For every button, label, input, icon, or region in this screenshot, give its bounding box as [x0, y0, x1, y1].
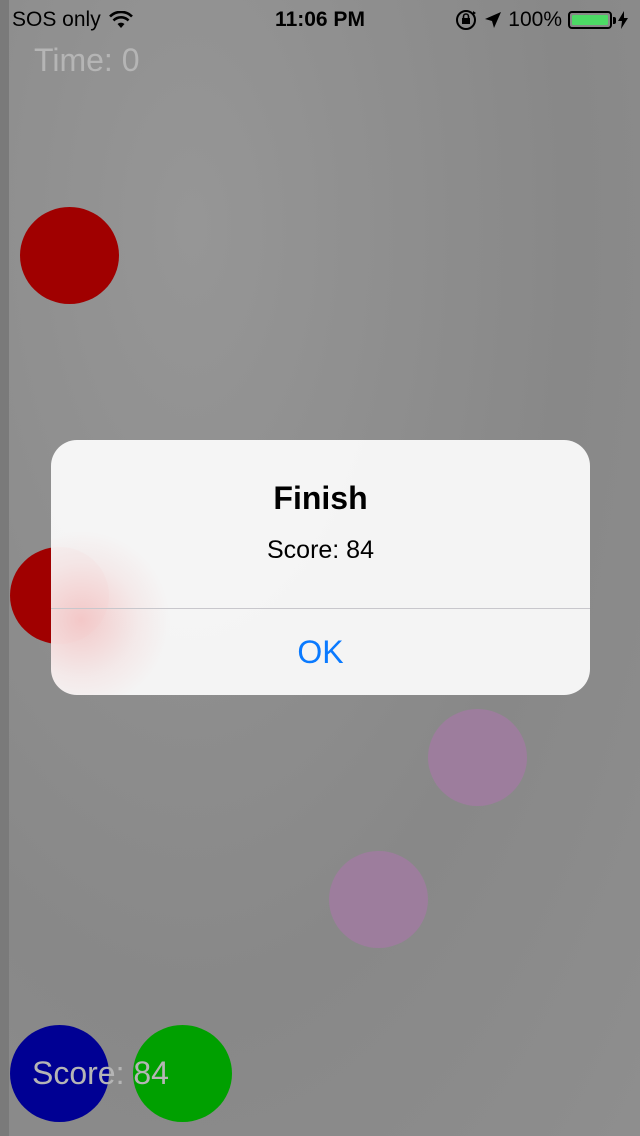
battery-percent: 100%: [508, 8, 562, 31]
bolt-icon: [618, 11, 628, 29]
status-bar: SOS only 11:06 PM 100%: [0, 0, 640, 40]
score-label: Score: 84: [32, 1055, 169, 1091]
status-right: 100%: [454, 8, 628, 32]
purple-circle-1[interactable]: [428, 709, 527, 806]
location-arrow-icon: [485, 12, 502, 28]
finish-alert: Finish Score: 84 OK: [51, 440, 590, 695]
battery-icon: [568, 11, 616, 29]
orientation-lock-icon: [456, 10, 477, 30]
purple-circle-2[interactable]: [329, 851, 428, 948]
left-edge-strip: [0, 0, 9, 1136]
alert-title: Finish: [273, 480, 368, 516]
alert-message: Score: 84: [266, 536, 374, 564]
battery-fill: [572, 15, 608, 25]
battery-tip: [613, 17, 616, 24]
red-circle-1[interactable]: [20, 207, 119, 304]
game-screen: SOS only 11:06 PM 100% Time: 0 Score: 84…: [0, 0, 640, 1136]
time-label: Time: 0: [34, 42, 140, 78]
ok-button[interactable]: OK: [51, 609, 590, 695]
